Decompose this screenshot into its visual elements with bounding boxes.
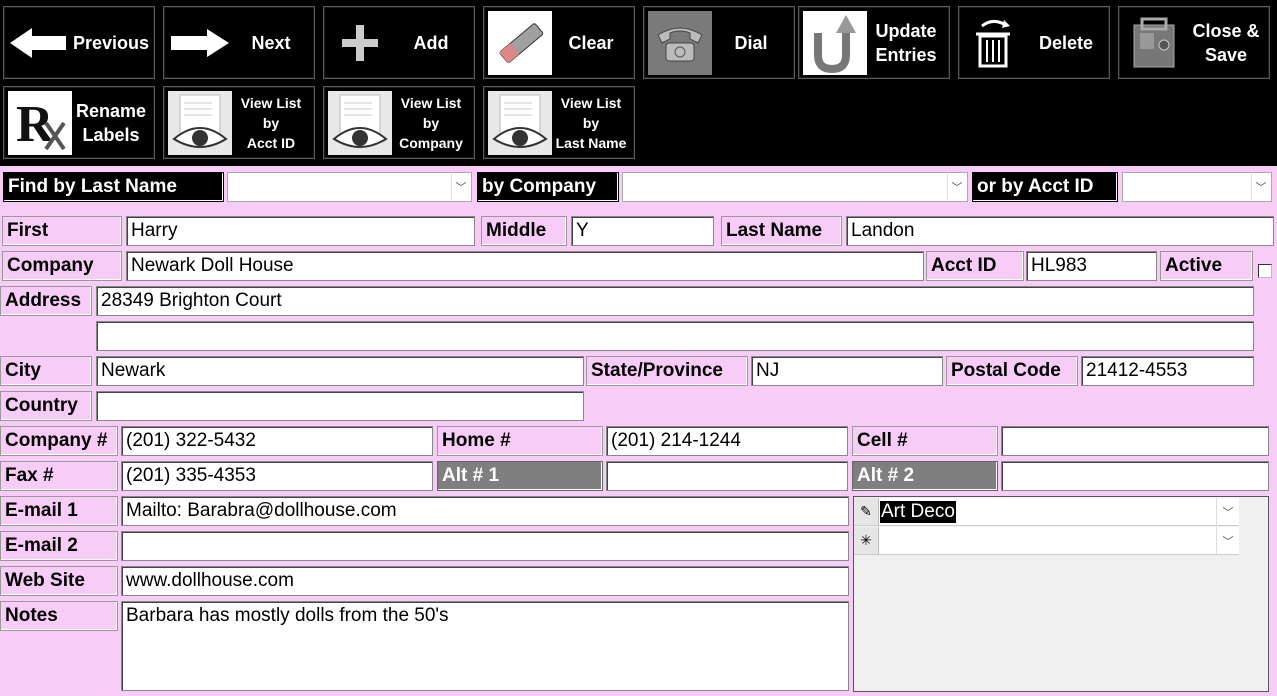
cell-phone-field[interactable] (1001, 426, 1269, 456)
email1-label: E-mail 1 (0, 496, 118, 526)
view-list-acct-button[interactable]: View List by Acct ID (163, 86, 315, 159)
asterisk-icon[interactable]: ✳ (854, 527, 879, 554)
plus-icon (328, 11, 392, 75)
country-field[interactable] (96, 391, 584, 421)
add-button[interactable]: Add (323, 6, 475, 79)
previous-button[interactable]: Previous (3, 6, 155, 79)
view-list-company-button[interactable]: View List by Company (323, 86, 475, 159)
acct-id-field[interactable]: HL983 (1026, 251, 1157, 281)
arrow-right-icon (168, 11, 232, 75)
active-label: Active (1160, 251, 1253, 281)
acct-id-label: Acct ID (926, 251, 1024, 281)
fax-label: Fax # (0, 461, 118, 491)
eraser-icon (488, 11, 552, 75)
find-acct-id-combo[interactable]: ﹀ (1122, 172, 1272, 202)
website-field[interactable]: www.dollhouse.com (121, 566, 849, 596)
city-field[interactable]: Newark (96, 356, 584, 386)
first-name-field[interactable]: Harry (126, 216, 475, 246)
company-field[interactable]: Newark Doll House (126, 251, 924, 281)
dial-button[interactable]: Dial (643, 6, 795, 79)
notes-field[interactable]: Barbara has mostly dolls from the 50's (121, 601, 849, 691)
home-phone-label: Home # (437, 426, 603, 456)
toolbar: Previous Next Add Clear Dial Update Entr… (0, 0, 1277, 166)
fax-field[interactable]: (201) 335-4353 (121, 461, 433, 491)
category-row[interactable]: ✎ Art Deco ﹀ (854, 498, 1239, 526)
email2-label: E-mail 2 (0, 531, 118, 561)
rename-labels-button[interactable]: R Rename Labels (3, 86, 155, 159)
postal-code-label: Postal Code (946, 356, 1078, 386)
close-save-button[interactable]: Close & Save (1118, 6, 1270, 79)
telephone-icon (648, 11, 712, 75)
alt2-field[interactable] (1001, 461, 1269, 491)
category-value[interactable]: Art Deco (880, 501, 956, 523)
last-name-label: Last Name (721, 216, 842, 246)
arrow-left-icon (8, 11, 68, 75)
state-province-label: State/Province (586, 356, 748, 386)
by-company-label: by Company (477, 172, 619, 202)
category-subform: ✎ Art Deco ﹀ ✳ ﹀ (853, 496, 1269, 692)
notes-label: Notes (0, 601, 118, 631)
find-company-combo[interactable]: ﹀ (622, 172, 968, 202)
eye-document-icon (328, 91, 392, 155)
first-name-label: First (2, 216, 122, 246)
u-turn-arrow-icon (803, 11, 867, 75)
pencil-icon[interactable]: ✎ (854, 498, 879, 525)
category-new-row[interactable]: ✳ ﹀ (854, 527, 1239, 555)
company-phone-label: Company # (0, 426, 118, 456)
chevron-down-icon[interactable]: ﹀ (1216, 498, 1239, 525)
company-phone-field[interactable]: (201) 322-5432 (121, 426, 433, 456)
chevron-down-icon[interactable]: ﹀ (1251, 174, 1270, 200)
state-province-field[interactable]: NJ (751, 356, 943, 386)
cell-phone-label: Cell # (852, 426, 998, 456)
clear-button[interactable]: Clear (483, 6, 635, 79)
next-button[interactable]: Next (163, 6, 315, 79)
alt1-field[interactable] (606, 461, 848, 491)
postal-code-field[interactable]: 21412-4553 (1081, 356, 1254, 386)
active-checkbox[interactable] (1258, 264, 1272, 278)
country-label: Country (0, 391, 92, 421)
find-by-last-name-label: Find by Last Name (3, 172, 224, 202)
chevron-down-icon[interactable]: ﹀ (451, 174, 470, 200)
view-list-last-name-button[interactable]: View List by Last Name (483, 86, 635, 159)
alt1-label: Alt # 1 (437, 461, 603, 491)
trash-can-icon (963, 11, 1027, 75)
email1-field[interactable]: Mailto: Barabra@dollhouse.com (121, 496, 849, 526)
eye-document-icon (168, 91, 232, 155)
middle-name-field[interactable]: Y (571, 216, 714, 246)
find-last-name-combo[interactable]: ﹀ (227, 172, 472, 202)
company-label: Company (2, 251, 122, 281)
email2-field[interactable] (121, 531, 849, 561)
last-name-field[interactable]: Landon (846, 216, 1274, 246)
city-label: City (0, 356, 92, 386)
rx-letter-icon: R (8, 91, 72, 155)
website-label: Web Site (0, 566, 118, 596)
address-line1-field[interactable]: 28349 Brighton Court (96, 286, 1254, 316)
by-acct-id-label: or by Acct ID (972, 172, 1118, 202)
address-label: Address (0, 286, 92, 316)
chevron-down-icon[interactable]: ﹀ (947, 174, 966, 200)
safe-icon (1123, 11, 1187, 75)
middle-name-label: Middle (481, 216, 567, 246)
chevron-down-icon[interactable]: ﹀ (1216, 527, 1239, 554)
delete-button[interactable]: Delete (958, 6, 1110, 79)
update-entries-button[interactable]: Update Entries (798, 6, 950, 79)
home-phone-field[interactable]: (201) 214-1244 (606, 426, 848, 456)
alt2-label: Alt # 2 (852, 461, 998, 491)
eye-document-icon (488, 91, 552, 155)
address-line2-field[interactable] (96, 321, 1254, 351)
